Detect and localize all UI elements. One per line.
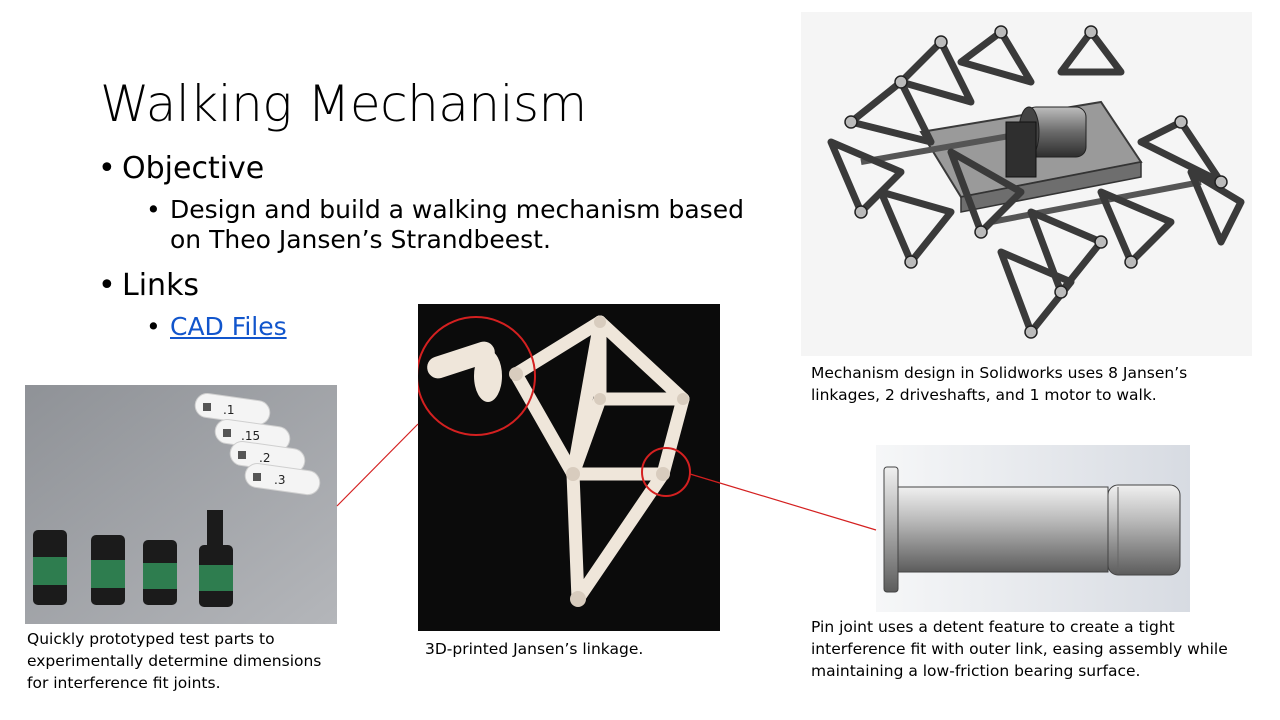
callout-lines — [336, 423, 877, 531]
